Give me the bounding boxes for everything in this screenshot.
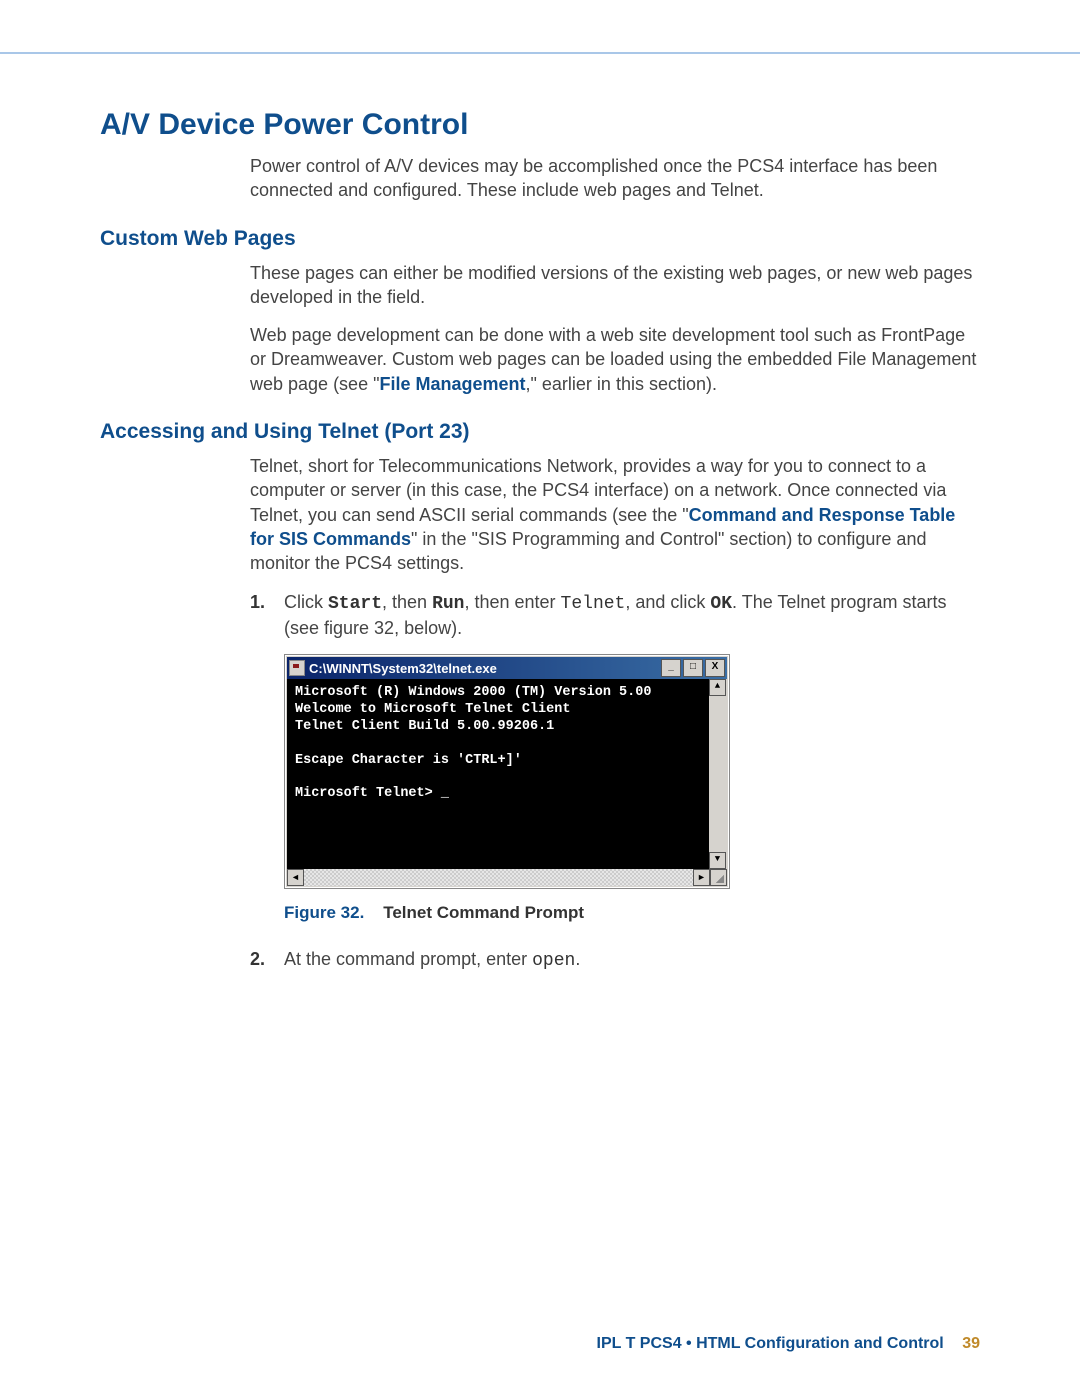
figure-label: Figure 32. [284,903,364,922]
minimize-button[interactable]: _ [661,659,681,677]
custom-pages-paragraph-1: These pages can either be modified versi… [250,261,980,310]
telnet-screenshot: C:\WINNT\System32\telnet.exe _ □ X Micro… [284,654,730,889]
page-content: A/V Device Power Control Power control o… [100,108,980,987]
kw-open: open [532,951,575,971]
telnet-app-icon [289,660,305,676]
text-segment: , and click [625,592,710,612]
telnet-title-text: C:\WINNT\System32\telnet.exe [309,661,659,676]
intro-paragraph: Power control of A/V devices may be acco… [250,154,980,203]
step-2: 2. At the command prompt, enter open. [250,947,980,973]
text-segment: Click [284,592,328,612]
footer-text: IPL T PCS4 • HTML Configuration and Cont… [597,1335,944,1352]
scroll-right-button[interactable]: ► [693,869,710,886]
text-segment: . [575,949,580,969]
scroll-down-button[interactable]: ▼ [709,852,726,869]
kw-run: Run [432,594,464,614]
figure-title: Telnet Command Prompt [383,903,584,922]
steps-list: 1. Click Start, then Run, then enter Tel… [250,590,980,641]
step-number: 2. [250,947,265,971]
telnet-titlebar: C:\WINNT\System32\telnet.exe _ □ X [287,657,727,679]
text-segment: ," earlier in this section). [526,374,717,394]
heading-custom-web-pages: Custom Web Pages [100,227,980,251]
page-footer: IPL T PCS4 • HTML Configuration and Cont… [597,1335,980,1353]
step-1: 1. Click Start, then Run, then enter Tel… [250,590,980,641]
file-management-link[interactable]: File Management [379,374,525,394]
steps-list-2: 2. At the command prompt, enter open. [250,947,980,973]
figure-caption: Figure 32. Telnet Command Prompt [284,903,980,923]
custom-pages-paragraph-2: Web page development can be done with a … [250,323,980,396]
scroll-track[interactable] [304,869,693,886]
resize-grip[interactable] [710,869,727,886]
close-button[interactable]: X [705,659,725,677]
scroll-left-button[interactable]: ◄ [287,869,304,886]
kw-telnet: Telnet [561,594,626,614]
telnet-intro-paragraph: Telnet, short for Telecommunications Net… [250,454,980,575]
terminal-text: Microsoft (R) Windows 2000 (TM) Version … [295,685,651,801]
heading-accessing-telnet: Accessing and Using Telnet (Port 23) [100,420,980,444]
window-buttons: _ □ X [659,659,725,677]
top-rule [0,52,1080,54]
kw-ok: OK [710,594,732,614]
scroll-up-button[interactable]: ▲ [709,679,726,696]
horizontal-scrollbar: ◄ ► [287,869,727,886]
heading-av-device-power-control: A/V Device Power Control [100,108,980,142]
text-segment: , then enter [464,592,560,612]
footer-page-number: 39 [962,1335,980,1352]
telnet-terminal: Microsoft (R) Windows 2000 (TM) Version … [287,679,727,869]
step-number: 1. [250,590,265,614]
text-segment: At the command prompt, enter [284,949,532,969]
maximize-button[interactable]: □ [683,659,703,677]
kw-start: Start [328,594,382,614]
text-segment: , then [382,592,432,612]
